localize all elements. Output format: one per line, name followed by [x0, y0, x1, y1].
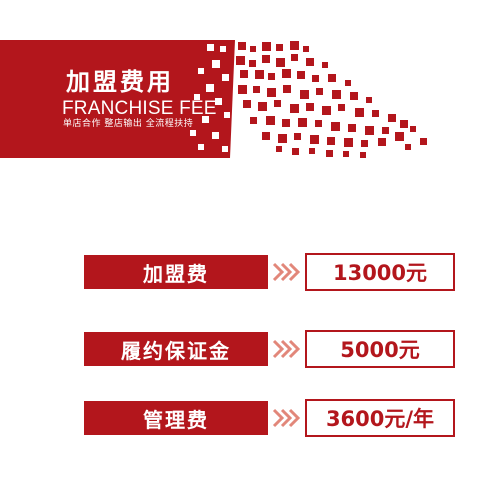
pixel-square	[212, 132, 219, 139]
pixel-square	[294, 133, 301, 140]
pixel-square	[306, 58, 314, 66]
pixel-square	[249, 60, 256, 67]
double-chevron-right-icon	[272, 408, 301, 428]
pixel-square	[297, 71, 305, 79]
pixel-square	[338, 104, 345, 111]
pixel-square	[222, 146, 228, 152]
pixel-square	[268, 73, 275, 80]
pixel-square	[274, 100, 281, 107]
fee-label: 履约保证金	[84, 332, 268, 366]
pixel-square	[366, 97, 372, 103]
pixel-square	[312, 75, 319, 82]
pixel-square	[315, 120, 322, 127]
pixel-square	[298, 118, 307, 127]
fee-row-deposit: 履约保证金 5000元	[0, 329, 503, 369]
pixel-square	[258, 102, 267, 111]
pixel-square	[382, 127, 389, 134]
pixel-square	[332, 90, 341, 99]
pixel-square	[355, 108, 364, 117]
pixel-square	[290, 41, 299, 50]
pixel-square	[378, 138, 386, 146]
pixel-square	[262, 132, 270, 140]
pixel-square	[343, 151, 349, 157]
pixel-square	[405, 144, 411, 150]
pixel-square	[361, 140, 368, 147]
pixel-square	[395, 132, 404, 141]
pixel-square	[327, 137, 335, 145]
pixel-square	[190, 130, 196, 136]
double-chevron-right-icon	[272, 339, 301, 359]
pixel-square	[207, 44, 214, 51]
fee-label: 管理费	[84, 401, 268, 435]
pixel-square	[238, 85, 247, 94]
pixel-square	[328, 74, 336, 82]
pixel-square	[224, 112, 230, 118]
banner-tagline: 单店合作 整店输出 全流程扶持	[63, 119, 194, 129]
pixel-square	[250, 46, 256, 52]
pixel-square	[292, 148, 299, 155]
pixel-square	[410, 126, 416, 132]
pixel-square	[238, 42, 246, 50]
fee-row-franchise: 加盟费 13000元	[0, 252, 503, 292]
pixel-square	[316, 88, 323, 95]
fee-value: 5000元	[305, 330, 455, 368]
pixel-square	[350, 92, 358, 100]
pixel-square	[240, 70, 248, 78]
pixel-square	[278, 134, 287, 143]
pixel-square	[345, 80, 351, 86]
pixel-square	[276, 146, 282, 152]
pixel-square	[283, 85, 291, 93]
pixel-square	[303, 46, 309, 52]
pixel-square	[326, 150, 333, 157]
pixel-square	[365, 126, 374, 135]
pixel-square	[309, 148, 315, 154]
pixel-square	[262, 55, 270, 63]
banner-title: 加盟费用	[66, 68, 174, 96]
pixel-square	[222, 74, 229, 81]
pixel-square	[262, 42, 271, 51]
pixel-square	[255, 70, 264, 79]
pixel-square	[206, 84, 214, 92]
pixel-square	[400, 120, 408, 128]
fee-label: 加盟费	[84, 255, 268, 289]
banner-english-subtitle: FRANCHISE FEE	[62, 98, 217, 119]
pixel-square	[291, 54, 298, 61]
pixel-square	[276, 58, 285, 67]
pixel-square	[322, 62, 328, 68]
pixel-square	[310, 135, 319, 144]
header-banner: 加盟费用 FRANCHISE FEE 单店合作 整店输出 全流程扶持	[0, 40, 503, 158]
pixel-square	[212, 60, 220, 68]
double-chevron-right-icon	[272, 262, 301, 282]
fee-value: 3600元/年	[305, 399, 455, 437]
pixel-square	[348, 124, 356, 132]
pixel-square	[331, 122, 340, 131]
pixel-square	[243, 100, 251, 108]
pixel-square	[300, 90, 309, 99]
pixel-square	[306, 103, 314, 111]
pixel-square	[250, 117, 257, 124]
pixel-square	[267, 88, 276, 97]
pixel-square	[282, 69, 291, 78]
pixel-square	[198, 68, 204, 74]
fee-row-management: 管理费 3600元/年	[0, 398, 503, 438]
pixel-square	[388, 114, 396, 122]
pixel-square	[420, 138, 427, 145]
pixel-square	[276, 44, 283, 51]
pixel-square	[198, 144, 204, 150]
pixel-square	[266, 116, 275, 125]
pixel-square	[220, 46, 226, 52]
pixel-square	[253, 86, 260, 93]
pixel-square	[372, 110, 379, 117]
pixel-square	[290, 104, 299, 113]
pixel-square	[322, 106, 331, 115]
pixel-square	[344, 138, 353, 147]
pixel-square	[360, 152, 366, 158]
fee-value: 13000元	[305, 253, 455, 291]
pixel-square	[236, 56, 245, 65]
pixel-square	[282, 119, 290, 127]
